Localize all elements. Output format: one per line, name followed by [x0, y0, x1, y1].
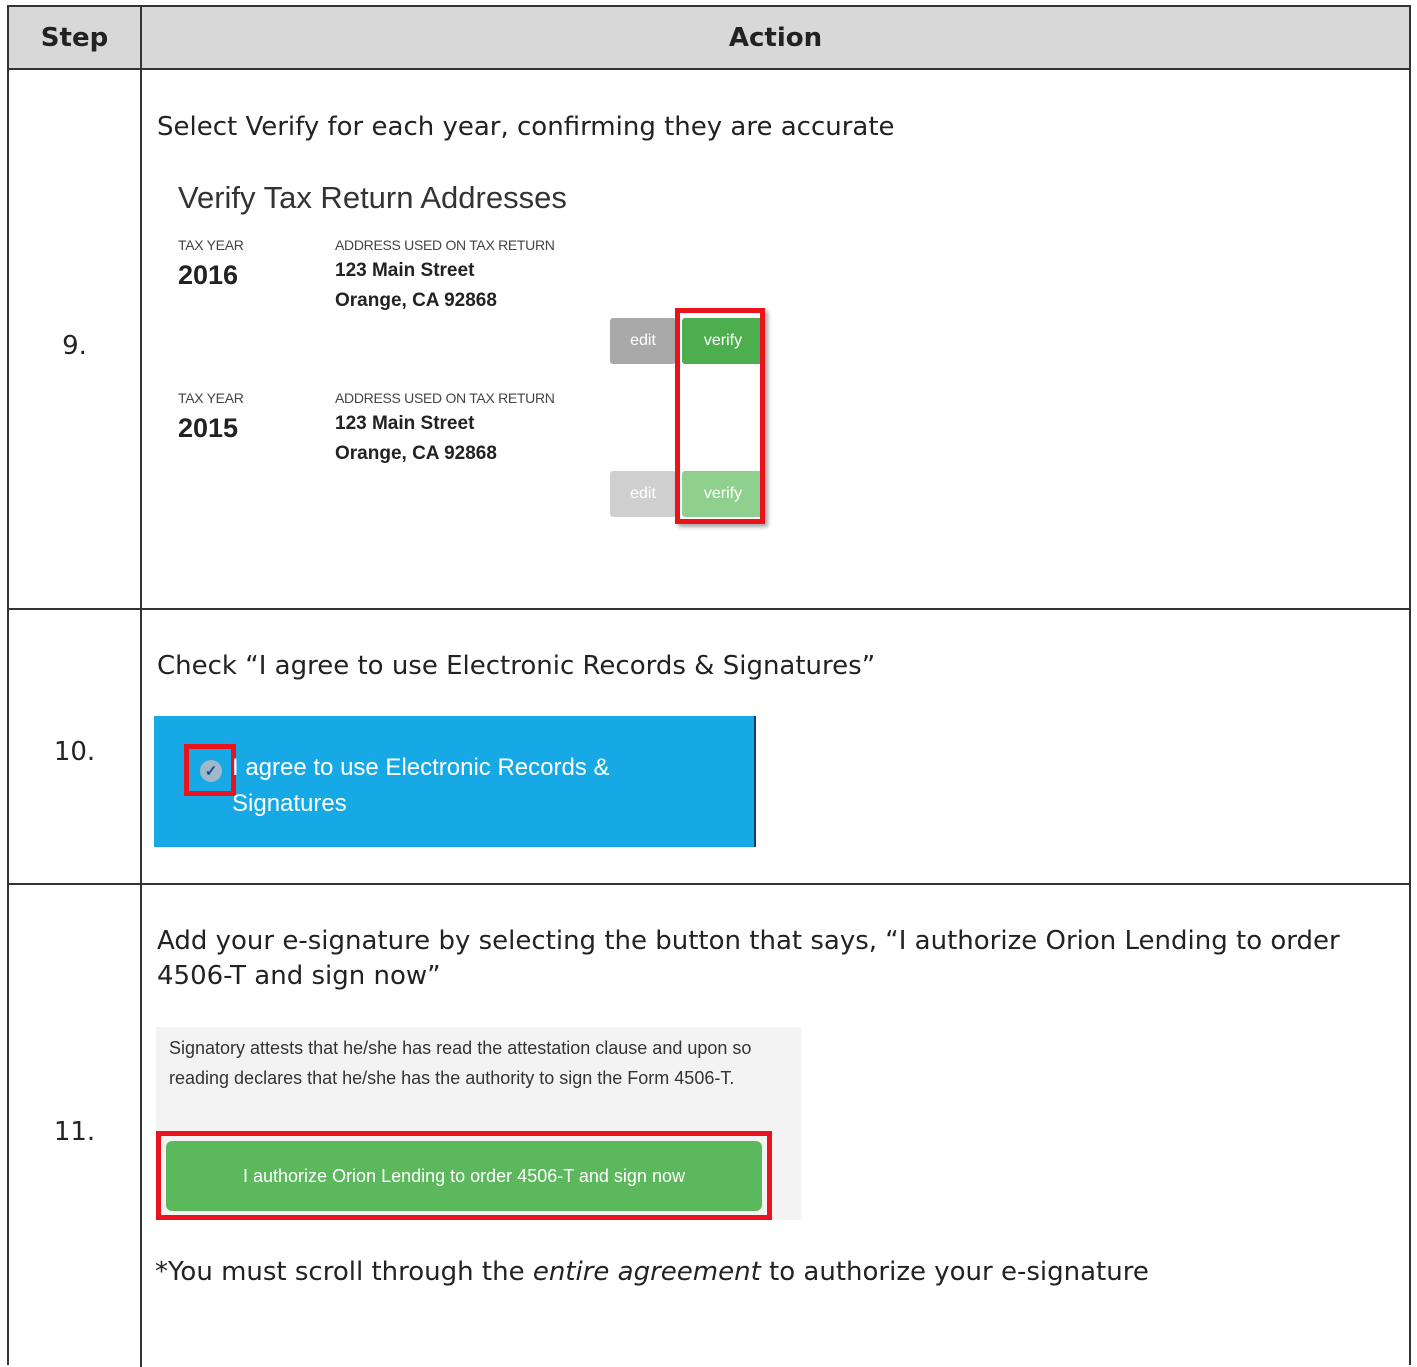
- agreement-screenshot: ✓ I agree to use Electronic Records & Si…: [154, 716, 756, 847]
- address-street: 123 Main Street: [335, 413, 475, 434]
- tax-year-value: 2015: [178, 413, 239, 443]
- header-step: Step: [40, 22, 109, 53]
- edit-button[interactable]: edit: [610, 471, 676, 517]
- agree-label: I agree to use Electronic Records & Sign…: [232, 754, 610, 817]
- note-suffix: to authorize your e-signature: [760, 1257, 1149, 1287]
- table-header: Step Action: [9, 7, 1409, 70]
- step-9-instruction: Select Verify for each year, confirming …: [157, 112, 895, 142]
- column-divider: [140, 7, 142, 1367]
- tax-year-label: TAX YEAR: [178, 237, 244, 253]
- step-10-instruction: Check “I agree to use Electronic Records…: [157, 651, 876, 681]
- address-city: Orange, CA 92868: [335, 290, 497, 311]
- step-number-11: 11.: [53, 1117, 96, 1147]
- row-divider: [9, 883, 1409, 885]
- verify-addresses-screenshot: Verify Tax Return Addresses TAX YEAR ADD…: [170, 180, 780, 540]
- note-prefix: *You must scroll through the: [155, 1257, 533, 1287]
- scroll-note: *You must scroll through the entire agre…: [155, 1257, 1149, 1287]
- checkmark-icon: ✓: [200, 760, 222, 782]
- agree-checkbox[interactable]: ✓: [184, 744, 236, 796]
- highlight-box: [156, 1131, 772, 1220]
- note-emphasis: entire agreement: [532, 1257, 761, 1287]
- attestation-text: Signatory attests that he/she has read t…: [169, 1038, 752, 1088]
- address-city: Orange, CA 92868: [335, 443, 497, 464]
- tax-year-label: TAX YEAR: [178, 390, 244, 406]
- verify-title: Verify Tax Return Addresses: [178, 180, 567, 215]
- address-label: ADDRESS USED ON TAX RETURN: [335, 237, 555, 253]
- tax-year-value: 2016: [178, 260, 239, 290]
- signature-screenshot: Signatory attests that he/she has read t…: [156, 1027, 801, 1220]
- address-label: ADDRESS USED ON TAX RETURN: [335, 390, 555, 406]
- step-number-10: 10.: [53, 737, 96, 767]
- row-divider: [9, 608, 1409, 610]
- edit-button[interactable]: edit: [610, 318, 676, 364]
- header-action: Action: [728, 22, 823, 53]
- step-number-9: 9.: [62, 331, 87, 361]
- highlight-box: [675, 308, 765, 524]
- step-11-instruction: Add your e-signature by selecting the bu…: [157, 926, 1340, 991]
- address-street: 123 Main Street: [335, 260, 475, 281]
